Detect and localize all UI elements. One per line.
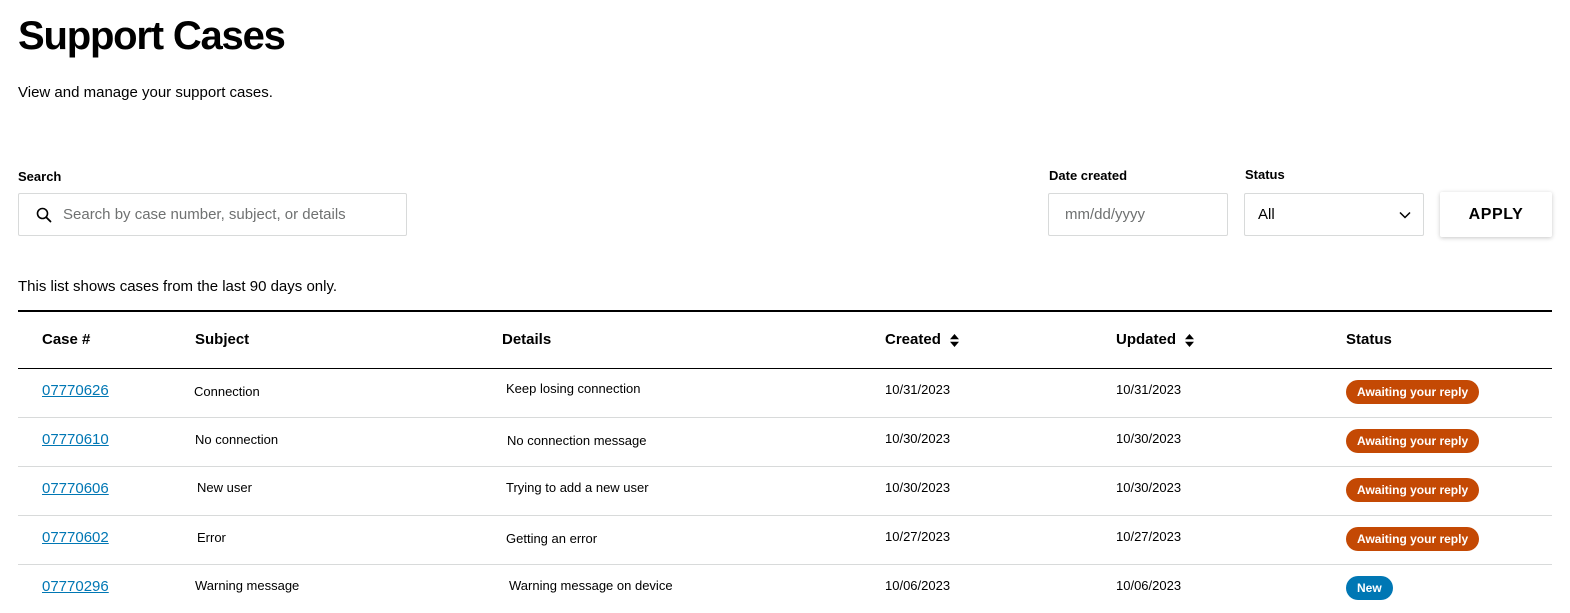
case-updated-date: 10/06/2023 xyxy=(1116,578,1182,593)
column-header-subject: Subject xyxy=(195,331,249,349)
search-icon xyxy=(36,207,52,223)
case-created-date: 10/27/2023 xyxy=(885,529,951,544)
search-label: Search xyxy=(18,169,62,184)
case-subject: Connection xyxy=(194,384,260,399)
case-details: Getting an error xyxy=(506,531,598,546)
status-filter-label: Status xyxy=(1245,167,1285,182)
apply-button[interactable]: APPLY xyxy=(1440,192,1552,237)
column-header-details-label: Details xyxy=(502,331,552,348)
status-badge: Awaiting your reply xyxy=(1346,527,1480,551)
case-subject: New user xyxy=(197,480,252,495)
case-updated-date: 10/30/2023 xyxy=(1116,480,1182,495)
case-created-date: 10/30/2023 xyxy=(885,480,951,495)
table-row: 07770626 Connection Keep losing connecti… xyxy=(18,369,1552,418)
status-select-value: All xyxy=(1258,206,1275,223)
date-created-box xyxy=(1048,193,1228,236)
case-number-link[interactable]: 07770610 xyxy=(42,431,109,449)
case-created-date: 10/06/2023 xyxy=(885,578,951,593)
table-header: Case # Subject Details Created Updated S… xyxy=(18,312,1552,369)
page-subtitle: View and manage your support cases. xyxy=(18,84,273,101)
case-subject: Warning message xyxy=(195,578,300,593)
column-header-updated-label: Updated xyxy=(1116,331,1176,348)
chevron-down-icon xyxy=(1399,211,1411,219)
case-number-link[interactable]: 07770606 xyxy=(42,480,109,498)
case-updated-date: 10/31/2023 xyxy=(1116,382,1182,397)
column-header-case: Case # xyxy=(42,331,90,349)
case-details: Warning message on device xyxy=(509,578,673,593)
status-badge: New xyxy=(1346,576,1393,600)
column-header-status-label: Status xyxy=(1346,331,1392,348)
case-number-link[interactable]: 07770602 xyxy=(42,529,109,547)
sort-icon[interactable] xyxy=(950,333,960,347)
search-input[interactable] xyxy=(63,194,393,235)
cases-table: Case # Subject Details Created Updated S… xyxy=(18,310,1552,613)
case-details: Keep losing connection xyxy=(506,381,641,396)
date-created-label: Date created xyxy=(1049,168,1128,183)
column-header-case-label: Case # xyxy=(42,331,91,348)
column-header-status: Status xyxy=(1346,331,1392,349)
case-created-date: 10/30/2023 xyxy=(885,431,951,446)
column-header-updated[interactable]: Updated xyxy=(1116,331,1195,349)
table-row: 07770296 Warning message Warning message… xyxy=(18,565,1552,613)
table-row: 07770602 Error Getting an error 10/27/20… xyxy=(18,516,1552,565)
column-header-created[interactable]: Created xyxy=(885,331,960,349)
case-subject: Error xyxy=(197,530,226,545)
status-badge: Awaiting your reply xyxy=(1346,429,1480,453)
column-header-subject-label: Subject xyxy=(195,331,250,348)
case-details: Trying to add a new user xyxy=(506,480,649,495)
case-subject: No connection xyxy=(195,432,279,447)
list-note: This list shows cases from the last 90 d… xyxy=(18,278,338,295)
date-created-input[interactable] xyxy=(1065,194,1215,235)
search-box xyxy=(18,193,407,236)
table-row: 07770606 New user Trying to add a new us… xyxy=(18,467,1552,516)
table-row: 07770610 No connection No connection mes… xyxy=(18,418,1552,467)
status-badge: Awaiting your reply xyxy=(1346,380,1480,404)
column-header-details: Details xyxy=(502,331,551,349)
case-updated-date: 10/27/2023 xyxy=(1116,529,1182,544)
column-header-created-label: Created xyxy=(885,331,941,348)
case-number-link[interactable]: 07770626 xyxy=(42,382,109,400)
case-details: No connection message xyxy=(507,433,647,448)
status-select[interactable]: All xyxy=(1244,193,1424,236)
case-number-link[interactable]: 07770296 xyxy=(42,578,109,596)
case-created-date: 10/31/2023 xyxy=(885,382,951,397)
sort-icon[interactable] xyxy=(1185,333,1195,347)
status-badge: Awaiting your reply xyxy=(1346,478,1480,502)
page-title: Support Cases xyxy=(18,14,286,58)
case-updated-date: 10/30/2023 xyxy=(1116,431,1182,446)
